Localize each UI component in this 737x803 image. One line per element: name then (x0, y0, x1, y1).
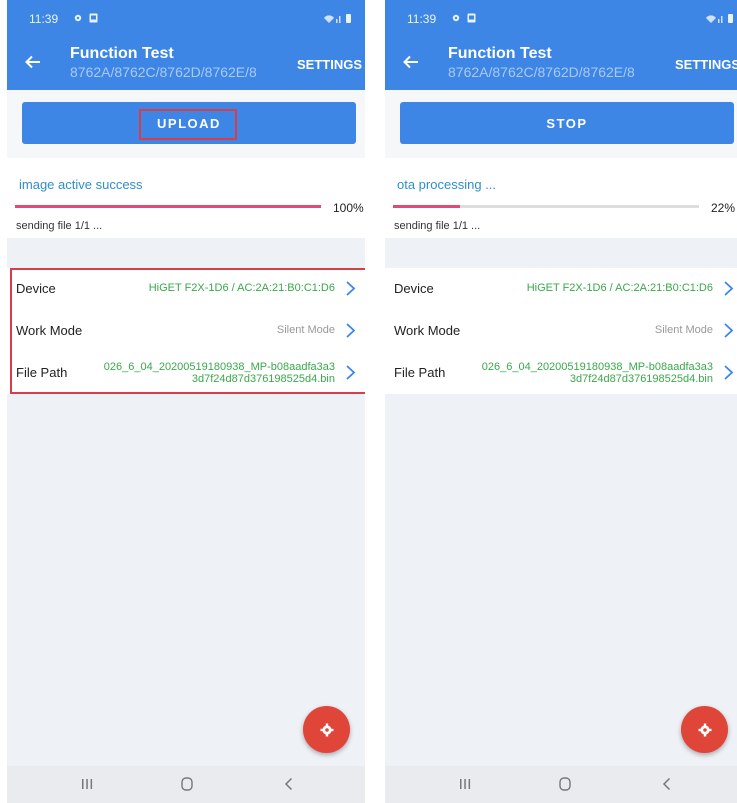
work-mode-value: Silent Mode (654, 324, 713, 336)
page-title: Function Test (70, 45, 174, 62)
settings-button[interactable]: SETTINGS (297, 57, 362, 72)
progress-percentage: 100% (333, 201, 364, 215)
file-path-row[interactable]: File Path 026_6_04_20200519180938_MP-b08… (7, 352, 365, 394)
chevron-right-icon (346, 365, 356, 380)
progress-bar-fill (393, 205, 461, 208)
home-icon[interactable] (553, 774, 577, 794)
recent-apps-icon[interactable] (75, 774, 99, 794)
upload-button[interactable]: UPLOAD (22, 102, 356, 144)
chevron-right-icon (346, 281, 356, 296)
wifi-signal-battery-icon (324, 14, 351, 23)
wifi-signal-battery-icon (706, 14, 733, 23)
image-status-icon (467, 13, 476, 23)
stop-button[interactable]: STOP (400, 102, 734, 144)
work-mode-value: Silent Mode (276, 324, 335, 336)
device-value: HiGET F2X-1D6 / AC:2A:21:B0:C1:D6 (526, 282, 713, 294)
settings-fab-button[interactable] (303, 706, 350, 753)
settings-list: Device HiGET F2X-1D6 / AC:2A:21:B0:C1:D6… (385, 268, 737, 394)
home-icon[interactable] (175, 774, 199, 794)
chevron-right-icon (724, 365, 734, 380)
progress-bar (15, 205, 321, 208)
file-path-row[interactable]: File Path 026_6_04_20200519180938_MP-b08… (385, 352, 737, 394)
sending-file-text: sending file 1/1 ... (16, 220, 103, 232)
chevron-right-icon (724, 323, 734, 338)
work-mode-label: Work Mode (16, 323, 83, 338)
settings-status-icon (452, 14, 460, 22)
status-time: 11:39 (29, 12, 59, 26)
app-bar: 11:39 Function Test 8762A/8762C/8762D/87… (7, 0, 365, 90)
work-mode-row[interactable]: Work Mode Silent Mode (385, 310, 737, 352)
file-path-value: 026_6_04_20200519180938_MP-b08aadfa3a3 3… (481, 361, 713, 385)
back-arrow-icon[interactable] (21, 50, 45, 74)
action-section: UPLOAD (7, 90, 365, 158)
gear-icon (320, 723, 333, 736)
settings-list: Device HiGET F2X-1D6 / AC:2A:21:B0:C1:D6… (7, 268, 365, 394)
gear-icon (698, 723, 711, 736)
action-section: STOP (385, 90, 737, 158)
progress-status-text: image active success (19, 177, 143, 192)
recent-apps-icon[interactable] (453, 774, 477, 794)
work-mode-row[interactable]: Work Mode Silent Mode (7, 310, 365, 352)
file-path-value: 026_6_04_20200519180938_MP-b08aadfa3a3 3… (103, 361, 335, 385)
device-label: Device (16, 281, 56, 296)
phone-screen-right: 11:39 Function Test 8762A/8762C/8762D/87… (385, 0, 737, 803)
device-row[interactable]: Device HiGET F2X-1D6 / AC:2A:21:B0:C1:D6 (385, 268, 737, 310)
device-label: Device (394, 281, 434, 296)
progress-status-text: ota processing ... (397, 177, 496, 192)
sending-file-text: sending file 1/1 ... (394, 220, 481, 232)
chevron-right-icon (724, 281, 734, 296)
progress-section: ota processing ... 22% sending file 1/1 … (385, 158, 737, 238)
back-arrow-icon[interactable] (399, 50, 423, 74)
chevron-right-icon (346, 323, 356, 338)
work-mode-label: Work Mode (394, 323, 461, 338)
progress-bar-fill (15, 205, 321, 208)
settings-fab-button[interactable] (681, 706, 728, 753)
file-path-label: File Path (394, 365, 446, 380)
settings-button[interactable]: SETTINGS (675, 57, 737, 72)
phone-screen-left: 11:39 Function Test 8762A/8762C/8762D/87… (7, 0, 365, 803)
back-nav-icon[interactable] (277, 774, 301, 794)
page-subtitle: 8762A/8762C/8762D/8762E/8... (70, 64, 256, 80)
page-subtitle: 8762A/8762C/8762D/8762E/8... (448, 64, 634, 80)
progress-bar (393, 205, 699, 208)
progress-percentage: 22% (711, 201, 736, 215)
page-title: Function Test (448, 45, 552, 62)
device-row[interactable]: Device HiGET F2X-1D6 / AC:2A:21:B0:C1:D6 (7, 268, 365, 310)
file-path-label: File Path (16, 365, 68, 380)
app-bar: 11:39 Function Test 8762A/8762C/8762D/87… (385, 0, 737, 90)
progress-section: image active success 100% sending file 1… (7, 158, 365, 238)
back-nav-icon[interactable] (655, 774, 679, 794)
status-time: 11:39 (407, 12, 437, 26)
system-nav-bar (385, 766, 737, 803)
system-nav-bar (7, 766, 365, 803)
image-status-icon (89, 13, 98, 23)
device-value: HiGET F2X-1D6 / AC:2A:21:B0:C1:D6 (148, 282, 335, 294)
settings-status-icon (74, 14, 82, 22)
